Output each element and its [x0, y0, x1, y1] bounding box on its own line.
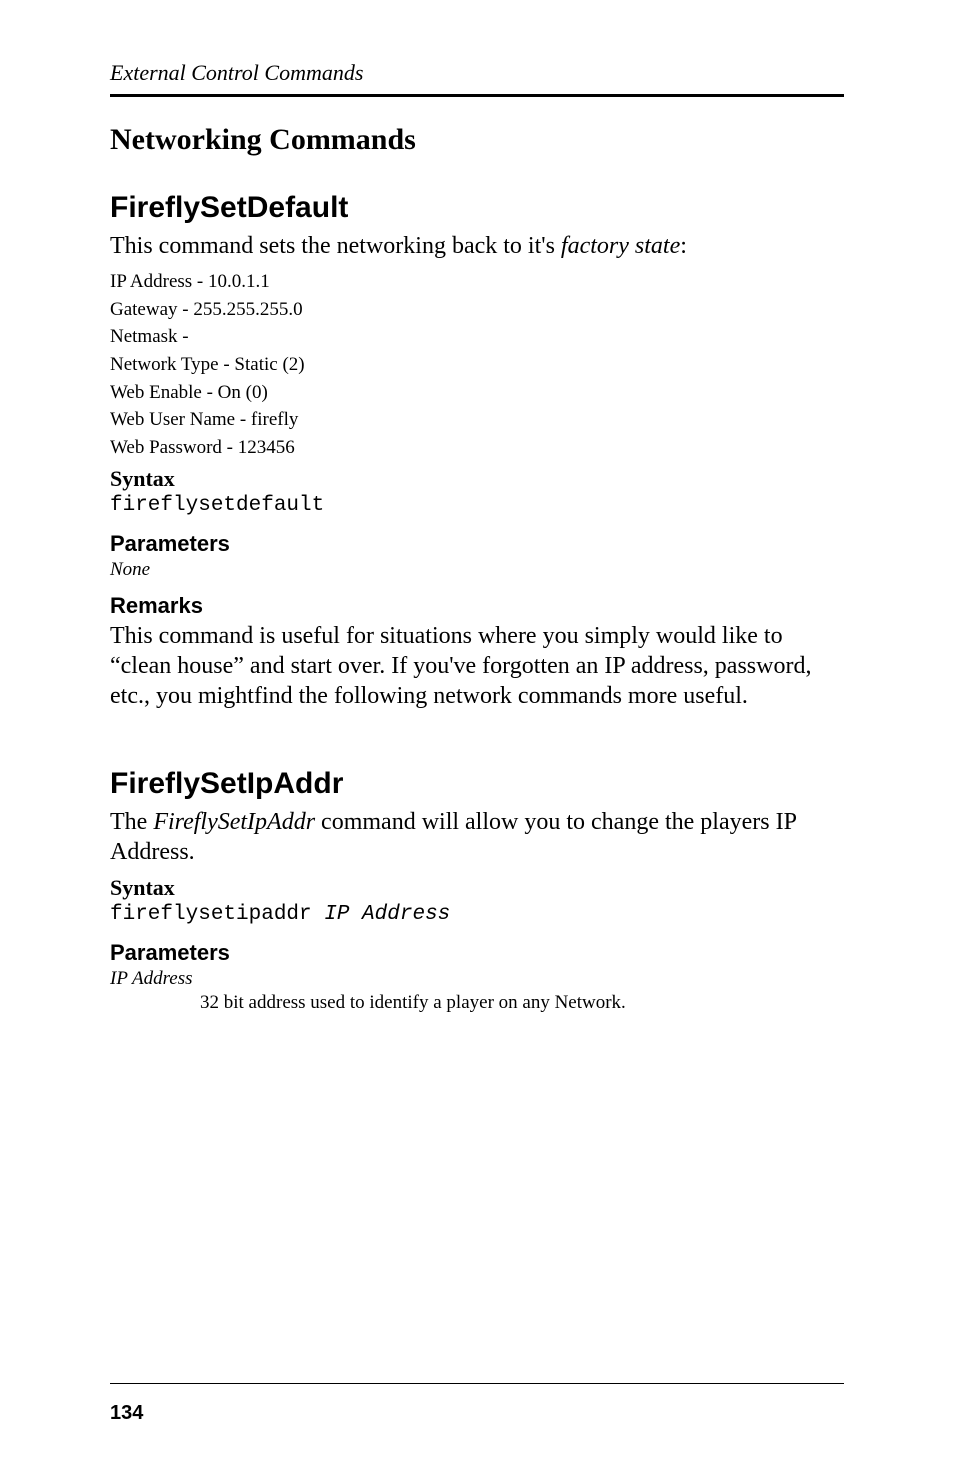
- section-title: Networking Commands: [110, 123, 844, 157]
- chapter-header: External Control Commands: [110, 60, 844, 86]
- cmd2-parameters-heading: Parameters: [110, 940, 844, 966]
- cmd1-intro-b: factory state: [561, 233, 680, 259]
- cmd2-syntax-a: fireflysetipaddr: [110, 903, 324, 926]
- cmd2-syntax-b: IP Address: [324, 903, 450, 926]
- cmd1-line-networktype: Network Type - Static (2): [110, 352, 844, 378]
- cmd2-syntax-label: Syntax: [110, 875, 844, 901]
- cmd2-intro-b: FireflySetIpAddr: [153, 809, 315, 835]
- cmd1-line-webenable: Web Enable - On (0): [110, 380, 844, 406]
- cmd1-intro: This command sets the networking back to…: [110, 231, 844, 261]
- cmd1-line-ip: IP Address - 10.0.1.1: [110, 269, 844, 295]
- cmd2-param-desc: 32 bit address used to identify a player…: [200, 992, 844, 1014]
- page-footer: 134: [110, 1383, 844, 1425]
- cmd1-parameters-none: None: [110, 559, 844, 581]
- cmd1-remarks-heading: Remarks: [110, 593, 844, 619]
- cmd1-line-netmask: Netmask -: [110, 324, 844, 350]
- cmd2-param-name: IP Address: [110, 968, 844, 990]
- command-title-fireflysetipaddr: FireflySetIpAddr: [110, 767, 844, 801]
- cmd1-line-gateway: Gateway - 255.255.255.0: [110, 297, 844, 323]
- header-rule: [110, 94, 844, 97]
- cmd1-remarks-body: This command is useful for situations wh…: [110, 621, 844, 711]
- cmd2-syntax-code: fireflysetipaddr IP Address: [110, 903, 844, 926]
- footer-rule: [110, 1383, 844, 1384]
- cmd1-intro-a: This command sets the networking back to…: [110, 233, 561, 259]
- cmd1-line-webuser: Web User Name - firefly: [110, 407, 844, 433]
- cmd2-intro-a: The: [110, 809, 153, 835]
- cmd1-syntax-label: Syntax: [110, 466, 844, 492]
- command-title-fireflysetdefault: FireflySetDefault: [110, 191, 844, 225]
- cmd1-parameters-heading: Parameters: [110, 531, 844, 557]
- cmd1-intro-c: :: [680, 233, 687, 259]
- cmd2-intro: The FireflySetIpAddr command will allow …: [110, 807, 844, 867]
- page-number: 134: [110, 1402, 844, 1425]
- cmd1-syntax-code: fireflysetdefault: [110, 494, 844, 517]
- cmd1-line-webpass: Web Password - 123456: [110, 435, 844, 461]
